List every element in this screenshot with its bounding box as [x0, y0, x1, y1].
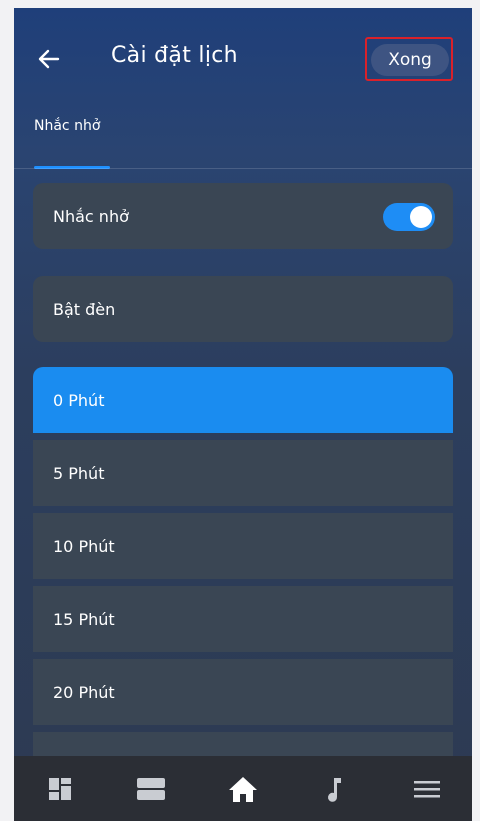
light-on-label: Bật đèn [53, 299, 116, 319]
dashboard-icon [48, 777, 71, 800]
option-5-minutes[interactable]: 5 Phút [33, 440, 453, 506]
home-icon [228, 776, 257, 802]
light-on-row[interactable]: Bật đèn [33, 276, 453, 342]
devices-icon [136, 777, 165, 800]
nav-menu[interactable] [381, 756, 472, 821]
tab-reminder[interactable]: Nhắc nhở [34, 118, 100, 134]
tab-divider [14, 168, 472, 169]
reminder-toggle[interactable] [383, 203, 435, 231]
option-20-minutes[interactable]: 20 Phút [33, 659, 453, 725]
reminder-label: Nhắc nhở [53, 206, 129, 226]
option-label: 0 Phút [53, 390, 105, 410]
app-screen: Cài đặt lịch Xong Nhắc nhở Nhắc nhở Bật … [14, 8, 472, 821]
nav-dashboard[interactable] [14, 756, 105, 821]
menu-icon [413, 780, 440, 797]
nav-devices[interactable] [105, 756, 196, 821]
page-title: Cài đặt lịch [111, 43, 238, 68]
option-10-minutes[interactable]: 10 Phút [33, 513, 453, 579]
bottom-navigation [14, 756, 472, 821]
nav-music[interactable] [289, 756, 380, 821]
option-label: 5 Phút [53, 463, 105, 483]
music-icon [327, 777, 341, 802]
reminder-toggle-row: Nhắc nhở [33, 183, 453, 249]
option-label: 15 Phút [53, 609, 115, 629]
back-arrow-icon[interactable] [36, 46, 62, 72]
done-button[interactable]: Xong [371, 44, 449, 76]
nav-home[interactable] [197, 756, 288, 821]
option-label: 20 Phút [53, 682, 115, 702]
option-15-minutes[interactable]: 15 Phút [33, 586, 453, 652]
toggle-knob [410, 206, 432, 228]
top-bar: Cài đặt lịch Xong [14, 8, 472, 113]
option-0-minutes[interactable]: 0 Phút [33, 367, 453, 433]
option-label: 10 Phút [53, 536, 115, 556]
